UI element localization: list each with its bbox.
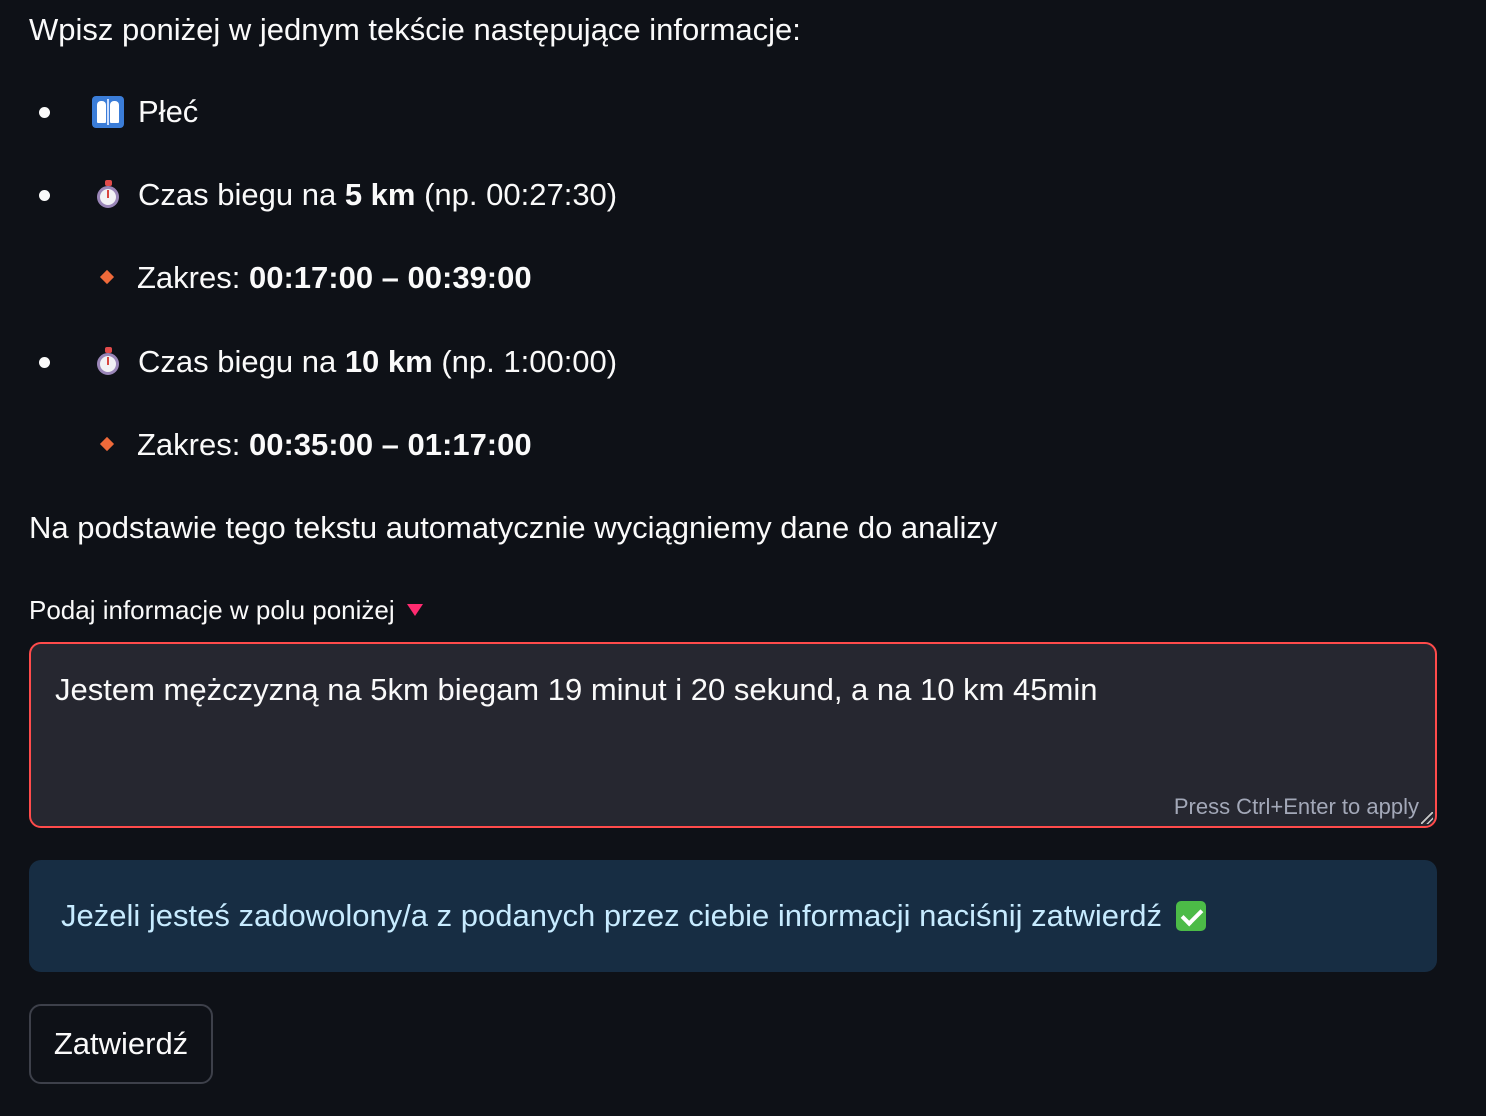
submit-button[interactable]: Zatwierdź bbox=[29, 1004, 213, 1084]
check-mark-button-icon bbox=[1176, 901, 1207, 931]
instructions-list: Płeć Czas biegu na 5 km (np. 00:27:30) Z… bbox=[0, 0, 1486, 480]
range-value: 00:35:00 – 01:17:00 bbox=[248, 427, 532, 462]
stopwatch-icon bbox=[92, 346, 124, 378]
apply-hint: Press Ctrl+Enter to apply bbox=[1173, 794, 1419, 819]
orange-diamond-icon bbox=[99, 269, 115, 285]
stopwatch-icon bbox=[92, 179, 124, 211]
range-prefix: Zakres: bbox=[137, 260, 249, 295]
caret-down-icon bbox=[406, 604, 423, 616]
example-text: (np. 1:00:00) bbox=[432, 344, 618, 379]
range-value: 00:17:00 – 00:39:00 bbox=[248, 260, 532, 295]
input-label: Podaj informacje w polu poniżej bbox=[29, 593, 423, 627]
range-item-10km: Zakres: 00:35:00 – 01:17:00 bbox=[137, 425, 532, 465]
list-item-prefix: Czas biegu na bbox=[138, 344, 345, 379]
orange-diamond-icon bbox=[99, 436, 115, 452]
list-item-prefix: Czas biegu na bbox=[138, 177, 345, 212]
info-alert-text: Jeżeli jesteś zadowolony/a z podanych pr… bbox=[61, 898, 1163, 933]
analysis-note: Na podstawie tego tekstu automatycznie w… bbox=[29, 510, 998, 545]
range-prefix: Zakres: bbox=[137, 427, 249, 462]
bullet-marker bbox=[39, 357, 50, 368]
list-item-label: Płeć bbox=[138, 94, 199, 129]
restroom-icon bbox=[92, 96, 124, 128]
bullet-marker bbox=[39, 107, 50, 118]
list-item-time-10km: Czas biegu na 10 km (np. 1:00:00) bbox=[92, 342, 617, 382]
resize-handle-icon[interactable] bbox=[1421, 812, 1433, 824]
example-text: (np. 00:27:30) bbox=[415, 177, 618, 212]
input-label-text: Podaj informacje w polu poniżej bbox=[29, 595, 395, 625]
range-item-5km: Zakres: 00:17:00 – 00:39:00 bbox=[137, 258, 532, 298]
text-input-container: Jestem mężczyzną na 5km biegam 19 minut … bbox=[29, 642, 1437, 828]
bullet-marker bbox=[39, 190, 50, 201]
distance-label: 5 km bbox=[344, 177, 416, 212]
list-item-time-5km: Czas biegu na 5 km (np. 00:27:30) bbox=[92, 175, 617, 215]
distance-label: 10 km bbox=[344, 344, 433, 379]
list-item-gender: Płeć bbox=[92, 92, 198, 132]
info-alert: Jeżeli jesteś zadowolony/a z podanych pr… bbox=[29, 860, 1437, 972]
